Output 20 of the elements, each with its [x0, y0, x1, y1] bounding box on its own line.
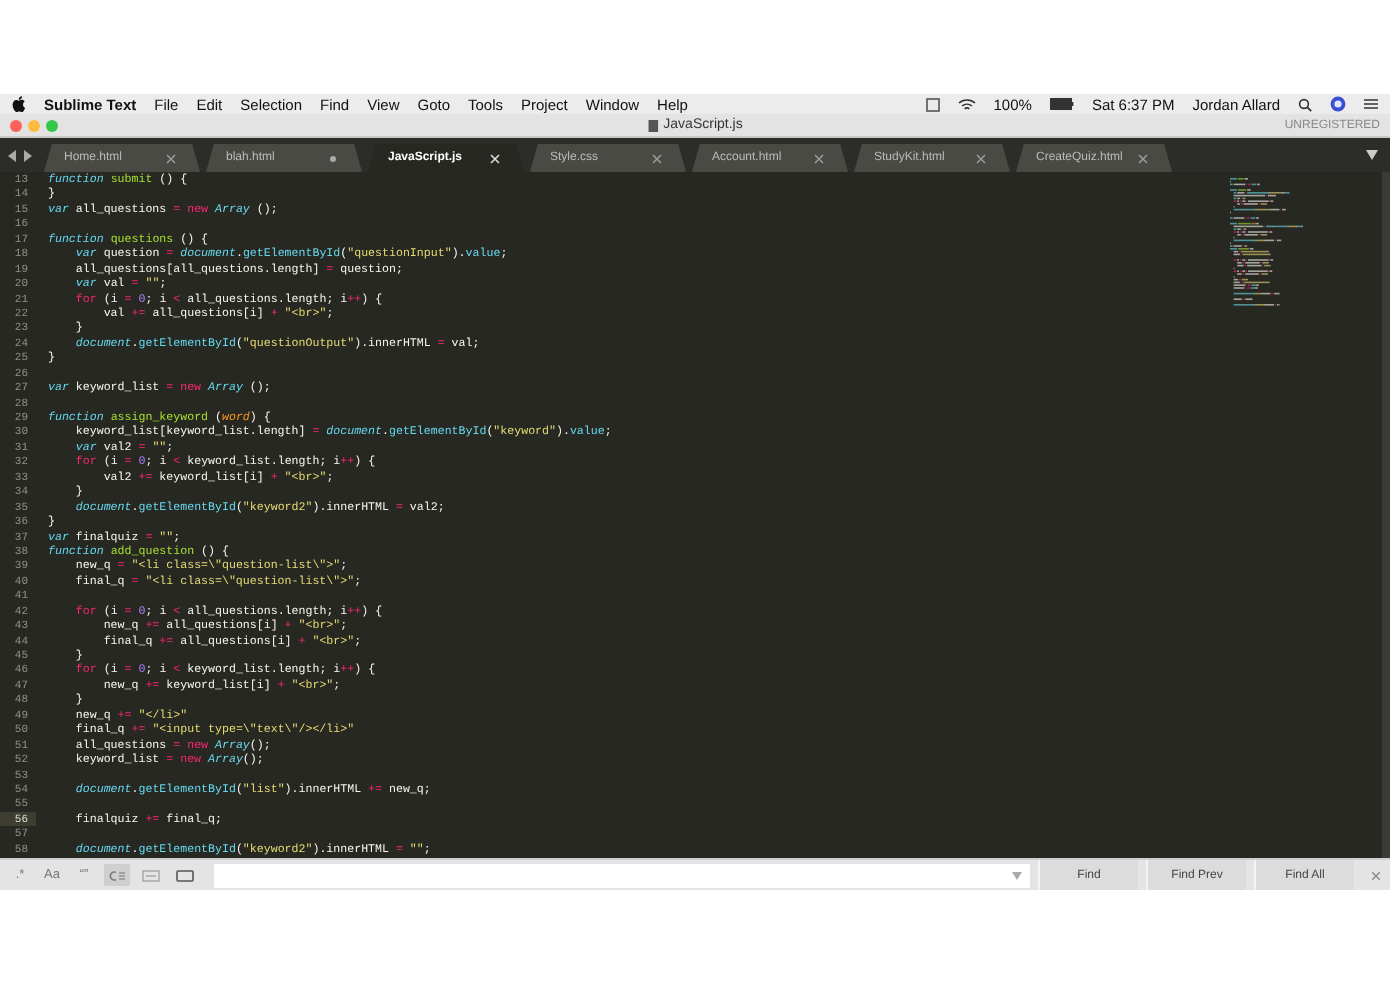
- apple-logo-icon[interactable]: [12, 96, 26, 112]
- battery-icon[interactable]: [1049, 98, 1074, 110]
- notification-icon[interactable]: [925, 97, 940, 111]
- zoom-window-icon[interactable]: [46, 119, 58, 131]
- history-caret-icon[interactable]: [1012, 871, 1022, 879]
- highlight-matches-toggle[interactable]: [172, 864, 198, 886]
- wifi-icon[interactable]: [957, 97, 976, 111]
- list-icon[interactable]: [1364, 98, 1378, 110]
- wrap-icon: [108, 869, 126, 881]
- search-field[interactable]: [214, 863, 1030, 887]
- in-selection-toggle[interactable]: [138, 864, 164, 886]
- tab-navigation-arrows-icon[interactable]: [8, 150, 32, 162]
- rectangle-icon: [176, 869, 194, 881]
- selection-icon: [142, 869, 160, 881]
- document-icon: [647, 119, 658, 131]
- search-icon[interactable]: [1298, 97, 1312, 111]
- close-window-icon[interactable]: [10, 119, 22, 131]
- siri-icon[interactable]: [1330, 96, 1346, 112]
- dropdown-caret-icon[interactable]: [1366, 150, 1378, 160]
- wrap-toggle[interactable]: [104, 864, 130, 886]
